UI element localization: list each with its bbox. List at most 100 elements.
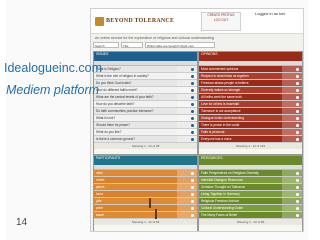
issues-pagination[interactable]: Showing 1 - 12 of 38 bbox=[94, 143, 197, 149]
list-item-label: What is the role of religion in society? bbox=[96, 74, 149, 78]
info-icon[interactable] bbox=[296, 96, 299, 99]
list-item[interactable]: Faith is personal bbox=[199, 129, 302, 136]
search-type-select[interactable]: Search bbox=[93, 42, 119, 48]
list-item[interactable]: All faiths seek the same truth bbox=[199, 94, 302, 101]
list-item[interactable]: Tolerance is not acceptance bbox=[199, 108, 302, 115]
info-icon[interactable] bbox=[296, 193, 299, 196]
info-icon[interactable] bbox=[296, 103, 299, 106]
list-item[interactable]: Most commented opinions bbox=[199, 66, 302, 73]
participants-panel: PARTICIPANTS mike robert james laura julie pet… bbox=[93, 155, 198, 231]
row-action-area bbox=[177, 205, 197, 211]
drag-handle[interactable] bbox=[155, 209, 157, 219]
info-icon[interactable] bbox=[191, 193, 194, 196]
info-icon[interactable] bbox=[296, 214, 299, 217]
list-item[interactable]: Interfaith Dialogue Resources bbox=[199, 177, 302, 184]
list-item[interactable]: Religious Freedom Archive bbox=[199, 198, 302, 205]
info-icon[interactable] bbox=[191, 124, 194, 127]
brand-logo[interactable]: BEYOND TOLERANCE bbox=[95, 16, 174, 26]
info-icon[interactable] bbox=[191, 172, 194, 175]
info-icon[interactable] bbox=[296, 124, 299, 127]
list-item[interactable]: laura bbox=[94, 191, 197, 198]
list-item[interactable]: Respect is what binds us together bbox=[199, 73, 302, 80]
row-action-area bbox=[177, 122, 197, 128]
list-item[interactable]: Living Together in Harmony bbox=[199, 191, 302, 198]
row-action-area bbox=[282, 191, 302, 197]
list-item[interactable]: Do you think God exists? bbox=[94, 80, 197, 87]
list-item[interactable]: The Many Faces of Belief bbox=[199, 212, 302, 219]
info-icon[interactable] bbox=[191, 103, 194, 106]
info-icon[interactable] bbox=[191, 68, 194, 71]
list-item[interactable]: mike bbox=[94, 170, 197, 177]
list-item[interactable]: Is there a common ground? bbox=[94, 136, 197, 143]
list-item-label: Religious Freedom Archive bbox=[201, 199, 240, 203]
row-action-area bbox=[282, 198, 302, 204]
list-item-label: Should there be peace? bbox=[96, 123, 130, 127]
list-item[interactable]: Do faith communities practice tolerance? bbox=[94, 108, 197, 115]
list-item[interactable]: julie bbox=[94, 198, 197, 205]
list-item[interactable]: Should there be peace? bbox=[94, 122, 197, 129]
info-icon[interactable] bbox=[296, 131, 299, 134]
list-item[interactable]: peter bbox=[94, 205, 197, 212]
info-icon[interactable] bbox=[191, 186, 194, 189]
info-icon[interactable] bbox=[296, 186, 299, 189]
info-icon[interactable] bbox=[296, 117, 299, 120]
logout-link[interactable]: LOG OUT bbox=[202, 18, 240, 23]
list-item[interactable]: Cultural Understanding Guide bbox=[199, 205, 302, 212]
info-icon[interactable] bbox=[296, 68, 299, 71]
info-icon[interactable] bbox=[191, 89, 194, 92]
list-item[interactable]: What do you like? bbox=[94, 129, 197, 136]
list-item[interactable]: Dialogue builds understanding bbox=[199, 115, 302, 122]
row-action-area bbox=[282, 212, 302, 218]
list-item[interactable]: Everyone has a voice bbox=[199, 136, 302, 143]
info-icon[interactable] bbox=[191, 131, 194, 134]
row-action-area bbox=[177, 101, 197, 107]
list-item[interactable]: Diversity makes us stronger bbox=[199, 87, 302, 94]
info-icon[interactable] bbox=[191, 96, 194, 99]
list-item[interactable]: How do you describe faith? bbox=[94, 101, 197, 108]
drag-handle[interactable] bbox=[149, 198, 151, 208]
info-icon[interactable] bbox=[191, 75, 194, 78]
info-icon[interactable] bbox=[191, 200, 194, 203]
search-query-input[interactable]: Which talks are Sought? Right now bbox=[145, 42, 215, 48]
info-icon[interactable] bbox=[296, 110, 299, 113]
opinions-pagination[interactable]: Showing 1 - 12 of 124 bbox=[199, 143, 302, 149]
list-item[interactable]: What are the central tenets of your fait… bbox=[94, 94, 197, 101]
info-icon[interactable] bbox=[191, 214, 194, 217]
list-item[interactable]: sarah bbox=[94, 212, 197, 219]
list-item[interactable]: There is peace in the world bbox=[199, 122, 302, 129]
row-action-area bbox=[282, 108, 302, 114]
info-icon[interactable] bbox=[191, 110, 194, 113]
info-icon[interactable] bbox=[296, 207, 299, 210]
info-icon[interactable] bbox=[296, 89, 299, 92]
list-item[interactable]: What is Religion? bbox=[94, 66, 197, 73]
row-action-area bbox=[282, 129, 302, 135]
info-icon[interactable] bbox=[191, 138, 194, 141]
search-field-select[interactable]: Title bbox=[121, 42, 143, 48]
resources-pagination[interactable]: Showing 1 - 12 of 89 bbox=[199, 219, 302, 225]
info-icon[interactable] bbox=[191, 117, 194, 120]
info-icon[interactable] bbox=[191, 82, 194, 85]
info-icon[interactable] bbox=[296, 75, 299, 78]
info-icon[interactable] bbox=[296, 179, 299, 182]
info-icon[interactable] bbox=[296, 200, 299, 203]
info-icon[interactable] bbox=[296, 82, 299, 85]
row-action-area bbox=[282, 177, 302, 183]
list-item[interactable]: What is the role of religion in society? bbox=[94, 73, 197, 80]
info-icon[interactable] bbox=[191, 179, 194, 182]
info-icon[interactable] bbox=[296, 172, 299, 175]
list-item[interactable]: Faith Perspectives on Religious Diversit… bbox=[199, 170, 302, 177]
list-item[interactable]: How do different faiths meet? bbox=[94, 87, 197, 94]
row-action-area bbox=[282, 80, 302, 86]
info-icon[interactable] bbox=[296, 138, 299, 141]
info-icon[interactable] bbox=[191, 207, 194, 210]
opinions-panel-title: OPINIONS bbox=[199, 52, 302, 61]
list-item[interactable]: Love for others is essential bbox=[199, 101, 302, 108]
list-item-label: Everyone has a voice bbox=[201, 137, 232, 141]
list-item[interactable]: Christian Thought on Tolerance bbox=[199, 184, 302, 191]
row-action-area bbox=[282, 122, 302, 128]
list-item[interactable]: Freedom allows people to believe bbox=[199, 80, 302, 87]
list-item[interactable]: robert bbox=[94, 177, 197, 184]
list-item[interactable]: james bbox=[94, 184, 197, 191]
participants-pagination[interactable]: Showing 1 - 12 of 56 bbox=[94, 219, 197, 225]
list-item[interactable]: What is love? bbox=[94, 115, 197, 122]
